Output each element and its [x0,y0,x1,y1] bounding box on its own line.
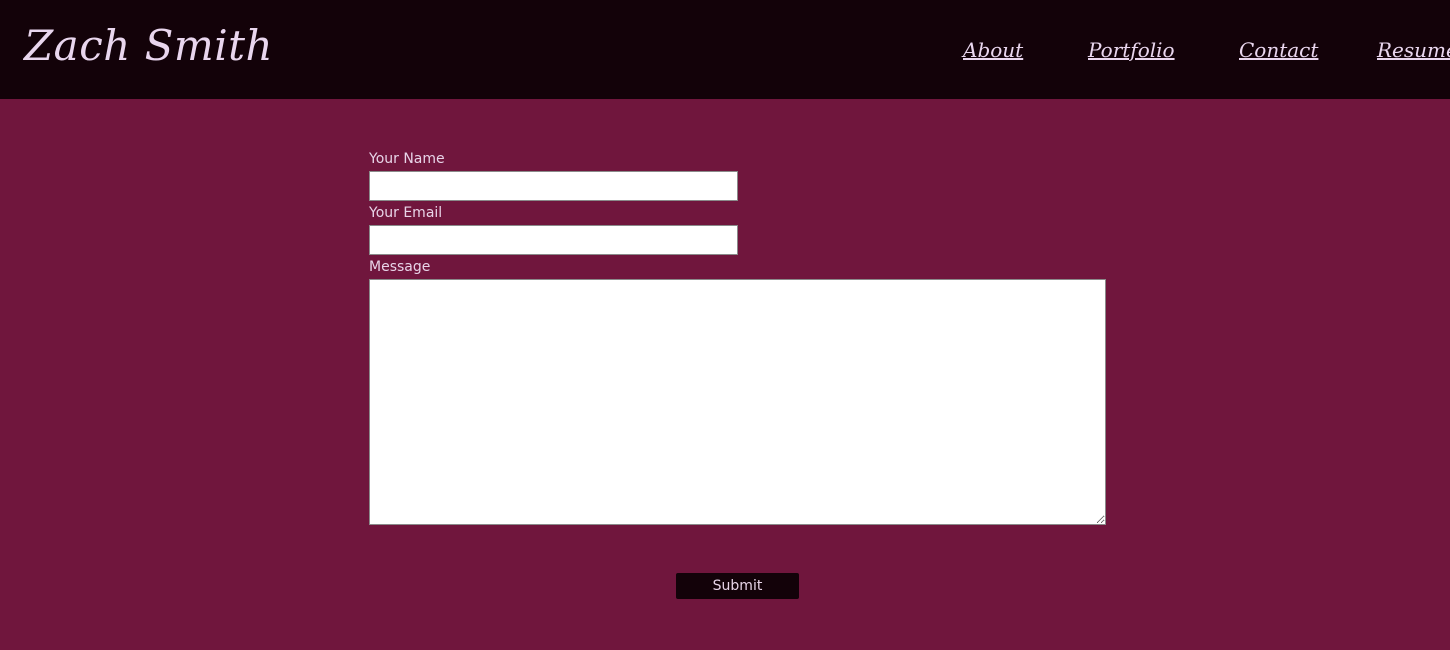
name-input[interactable] [369,171,738,201]
submit-button[interactable]: Submit [676,573,799,599]
name-label: Your Name [369,151,445,167]
nav-link-portfolio[interactable]: Portfolio [1088,37,1175,63]
site-header: Zach Smith About Portfolio Contact Resum… [0,0,1450,99]
email-label: Your Email [369,205,443,221]
nav-link-contact[interactable]: Contact [1239,37,1318,63]
nav-link-about[interactable]: About [963,37,1023,63]
email-input[interactable] [369,225,738,255]
main-nav: About Portfolio Contact Resume [0,37,1450,63]
message-label: Message [369,259,431,275]
nav-link-resume[interactable]: Resume [1377,37,1450,63]
message-textarea[interactable] [369,279,1106,525]
